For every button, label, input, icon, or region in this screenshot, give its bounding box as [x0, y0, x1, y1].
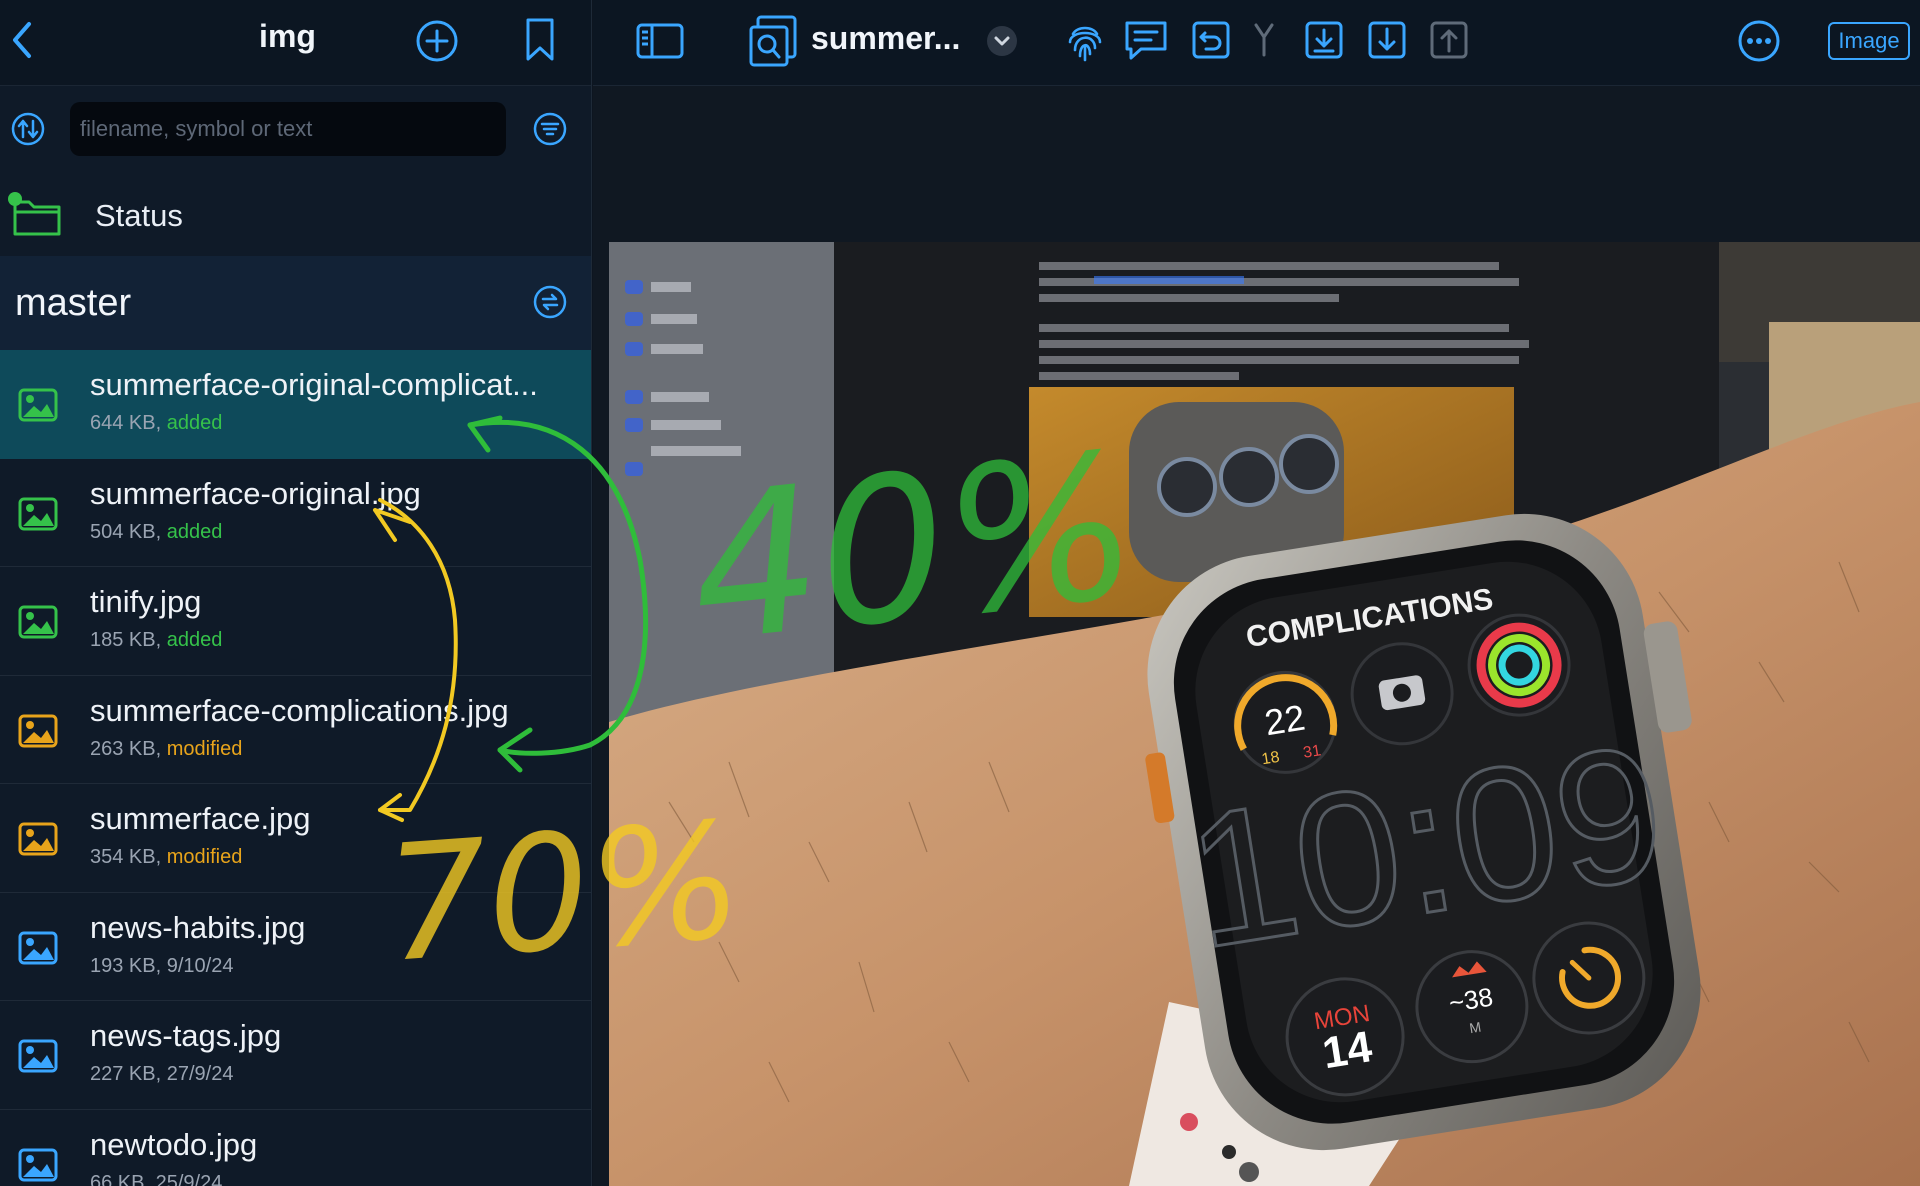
- image-icon: [18, 605, 58, 644]
- image-icon: [18, 714, 58, 753]
- filter-icon[interactable]: [532, 111, 568, 147]
- watch-photo: 10:09 COMPLICATIONS 22 18 31 MON 14 ~38 …: [609, 242, 1920, 1186]
- image-icon: [18, 1039, 58, 1078]
- main-toolbar: summer... Image: [593, 0, 1920, 86]
- file-status: 9/10/24: [166, 954, 234, 977]
- file-list: summerface-original-complicat... 644 KB, …: [0, 350, 591, 1186]
- file-name: tinify.jpg: [90, 584, 202, 619]
- image-icon: [18, 1148, 58, 1186]
- file-meta: 185 KB, added: [90, 629, 223, 651]
- chevron-down-icon[interactable]: [985, 24, 1019, 58]
- w-low: 18: [1261, 749, 1281, 769]
- w-date: 14: [1319, 1022, 1376, 1078]
- file-size: 263 KB: [90, 737, 156, 760]
- file-size: 354 KB: [90, 846, 156, 868]
- file-meta: 227 KB, 27/9/24: [90, 1063, 234, 1085]
- file-name: news-habits.jpg: [90, 909, 306, 945]
- status-label: Status: [95, 198, 183, 233]
- push-icon: [1429, 20, 1469, 60]
- file-status: 27/9/24: [166, 1063, 234, 1085]
- sort-toggle-icon[interactable]: [10, 111, 46, 147]
- file-size: 193 KB: [90, 954, 156, 977]
- image-icon: [18, 388, 58, 427]
- file-row[interactable]: newtodo.jpg 66 KB, 25/9/24: [0, 1110, 591, 1186]
- image-icon: [18, 497, 58, 536]
- file-row[interactable]: news-habits.jpg 193 KB, 9/10/24: [0, 893, 591, 1001]
- undo-icon[interactable]: [1191, 20, 1231, 60]
- fingerprint-icon[interactable]: [1063, 18, 1107, 64]
- comment-icon[interactable]: [1123, 18, 1169, 62]
- image-preview[interactable]: 10:09 COMPLICATIONS 22 18 31 MON 14 ~38 …: [609, 242, 1920, 1186]
- file-name: summerface-complications.jpg: [90, 692, 509, 728]
- file-size: 185 KB: [90, 629, 156, 651]
- file-name: summerface.jpg: [90, 801, 311, 836]
- document-title[interactable]: summer...: [811, 20, 960, 57]
- file-meta: 263 KB, modified: [90, 737, 243, 760]
- status-row[interactable]: Status: [0, 172, 591, 258]
- file-sidebar: img Status master summerface-original-co…: [0, 0, 592, 1186]
- image-icon: [18, 822, 58, 861]
- image-search-icon[interactable]: [748, 14, 798, 68]
- image-mode-button[interactable]: Image: [1828, 22, 1910, 60]
- file-meta: 66 KB, 25/9/24: [90, 1172, 222, 1186]
- file-meta: 354 KB, modified: [90, 846, 243, 868]
- file-size: 227 KB: [90, 1063, 156, 1085]
- image-icon: [18, 931, 58, 970]
- file-status: modified: [166, 737, 243, 760]
- main-pane: summer... Image 10:09 COMPLICATIONS 22 1…: [593, 0, 1920, 1186]
- file-name: summerface-original-complicat...: [90, 367, 538, 402]
- file-name: news-tags.jpg: [90, 1018, 282, 1053]
- file-row[interactable]: summerface-original-complicat... 644 KB, …: [0, 350, 591, 459]
- file-size: 66 KB: [90, 1171, 145, 1186]
- sidebar-header: img: [0, 0, 591, 86]
- branch-header[interactable]: master: [0, 256, 591, 350]
- w-elev-unit: M: [1468, 1019, 1482, 1037]
- file-meta: 504 KB, added: [90, 520, 223, 543]
- file-status: added: [166, 629, 223, 651]
- file-size: 644 KB: [90, 412, 156, 434]
- file-status: 25/9/24: [155, 1171, 223, 1186]
- file-row[interactable]: news-tags.jpg 227 KB, 27/9/24: [0, 1001, 591, 1110]
- file-row[interactable]: summerface-original.jpg 504 KB, added: [0, 459, 591, 567]
- download-icon[interactable]: [1304, 20, 1344, 60]
- add-circle-icon[interactable]: [414, 18, 460, 64]
- file-meta: 644 KB, added: [90, 412, 223, 434]
- bookmark-icon[interactable]: [520, 16, 560, 64]
- file-status: modified: [166, 846, 243, 868]
- repo-title: img: [259, 18, 316, 54]
- sidebar-toggle-icon[interactable]: [635, 20, 685, 62]
- w-temp: 22: [1262, 697, 1308, 744]
- file-status: added: [166, 520, 223, 543]
- w-high: 31: [1302, 742, 1322, 762]
- pull-icon[interactable]: [1367, 20, 1407, 60]
- sync-branch-icon[interactable]: [532, 284, 568, 320]
- file-name: summerface-original.jpg: [90, 475, 421, 511]
- file-name: newtodo.jpg: [90, 1126, 258, 1162]
- file-meta: 193 KB, 9/10/24: [90, 954, 234, 977]
- status-folder-icon: [5, 190, 65, 240]
- file-row[interactable]: summerface-complications.jpg 263 KB, modi…: [0, 676, 591, 784]
- search-row: [0, 86, 591, 172]
- search-input[interactable]: [70, 102, 506, 156]
- more-options-icon[interactable]: [1736, 18, 1782, 64]
- file-size: 504 KB: [90, 520, 156, 543]
- file-row[interactable]: summerface.jpg 354 KB, modified: [0, 784, 591, 893]
- back-chevron-icon[interactable]: [2, 18, 42, 62]
- file-status: added: [166, 412, 223, 434]
- branch-label: master: [15, 282, 132, 324]
- merge-icon: [1249, 20, 1279, 60]
- file-row[interactable]: tinify.jpg 185 KB, added: [0, 567, 591, 676]
